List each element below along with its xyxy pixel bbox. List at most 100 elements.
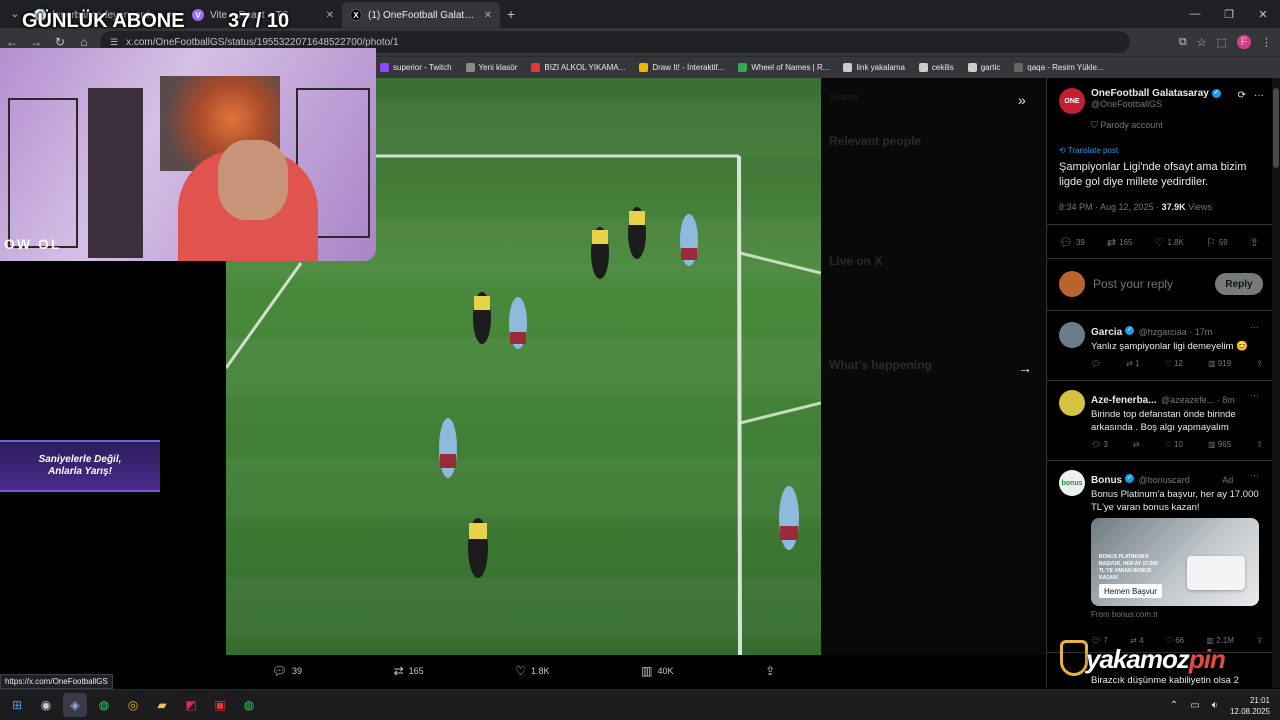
new-tab-button[interactable]: + [500,6,522,22]
repost-icon: ⇄ [1106,237,1117,249]
more-icon[interactable]: ··· [1254,90,1264,101]
tweet-meta: 8:34 PM · Aug 12, 2025 · 37.9K Views [1059,202,1212,212]
translate-link[interactable]: ⟲ Translate post [1059,146,1118,155]
ad-card[interactable]: BONUS PLATINUM'A BAŞVUR, HER AY 17.000 T… [1091,518,1259,606]
author-avatar[interactable]: ONE [1059,88,1085,114]
ad-item[interactable]: bonus Bonus ✓ @bonuscard Ad Bonus Platinu… [1059,470,1263,514]
minimize-icon[interactable]: — [1178,8,1212,20]
reply-item[interactable]: Aze-fenerba... @azeazefe... · 8m Birinde… [1059,390,1263,449]
windows-start-icon[interactable]: ⊞ [5,693,29,717]
media-views-button[interactable]: ▥ 40K [641,664,673,678]
webcam-head [218,140,288,220]
profile-avatar[interactable]: F [1237,35,1251,49]
promo-line: Anlarla Yarış! [48,466,112,477]
views-icon[interactable]: ▥ 965 [1208,440,1231,449]
repost-icon[interactable]: ⇄ [1133,440,1140,449]
spotify-icon[interactable]: ◍ [92,693,116,717]
app-icon[interactable]: ◈ [63,693,87,717]
like-button[interactable]: ♡ 1.8K [1155,236,1184,249]
reply-input[interactable]: Post your reply [1093,277,1215,291]
promo-line: Saniyelerle Değil, [38,454,122,465]
bookmark-favicon-icon [531,63,541,72]
views-icon[interactable]: ▥ 919 [1208,359,1231,368]
heart-icon[interactable]: ♡ 10 [1165,440,1183,449]
scrollbar-thumb[interactable] [1273,88,1279,168]
chrome-icon[interactable]: ◎ [121,693,145,717]
close-window-icon[interactable]: ✕ [1246,8,1280,21]
reply-icon[interactable]: 💬︎ 3 [1091,440,1108,449]
bookmark-favicon-icon [465,63,475,72]
more-icon[interactable]: ··· [1250,390,1259,400]
cast-icon[interactable]: ⧉ [1179,36,1187,49]
close-icon[interactable]: ✕ [484,10,492,21]
repost-icon[interactable]: ⇄ 1 [1126,359,1139,368]
divider [1047,460,1273,461]
media-share-button[interactable]: ⇪ [765,664,775,678]
bookmark-item[interactable]: qaqa - Resim Yükle... [1014,63,1104,72]
tab-x-post[interactable]: X (1) OneFootball Galatasaray on ✕ [342,2,500,28]
author-name[interactable]: OneFootball Galatasaray ✓ [1091,88,1221,99]
spotify-icon[interactable]: ◍ [237,693,261,717]
network-icon[interactable]: ▭ [1190,700,1199,711]
reply-avatar[interactable] [1059,390,1085,416]
tray-chevron-icon[interactable]: ⌃ [1170,700,1178,711]
clock[interactable]: 21:01 12.08.2025 [1230,695,1270,717]
media-like-button[interactable]: ♡ 1.8K [515,664,549,678]
bookmark-item[interactable]: Wheel of Names | R... [738,63,829,72]
media-repost-button[interactable]: ⇄ 165 [394,664,424,678]
volume-icon[interactable]: 🔉︎ [1212,700,1218,711]
ad-cta-button[interactable]: Hemen Başvur [1099,584,1162,598]
scrollbar[interactable] [1272,78,1280,688]
repost-button[interactable]: ⇄ 165 [1107,236,1133,249]
bookmark-button[interactable]: ⚐ 59 [1206,236,1228,249]
restore-icon[interactable]: ❐ [1212,8,1246,21]
bookmark-favicon-icon [639,63,649,72]
share-icon[interactable]: ⇪ [1256,636,1263,645]
grok-icon[interactable]: ⟳ [1238,90,1246,101]
bookmark-item[interactable]: gartic [967,63,1000,72]
author-handle[interactable]: @OneFootballGS [1091,99,1221,109]
bookmark-item[interactable]: link yakalama [843,63,905,72]
site-info-icon[interactable]: ☰ [110,37,118,48]
next-photo-icon[interactable]: → [1018,360,1032,376]
recorder-icon[interactable]: ▣ [208,693,232,717]
bookmark-favicon-icon [918,63,928,72]
share-button[interactable]: ⇪ [1250,236,1259,249]
bookmark-item[interactable]: superior - Twitch [380,63,452,72]
reply-item[interactable]: Garcia ✓ @hzgarciaa · 17m Yanlız şampiyon… [1059,322,1263,368]
tweet-text: Şampiyonlar Ligi'nde ofsayt ama bizim li… [1059,161,1247,188]
bonus-avatar[interactable]: bonus [1059,470,1085,496]
reply-button[interactable]: 💬︎ 39 [1059,236,1085,249]
media-reply-button[interactable]: 💬︎ 39 [272,664,302,678]
share-icon[interactable]: ⇪ [1256,359,1263,368]
bookmark-item[interactable]: BIZI ALKOL YIKAMA... [531,63,625,72]
heart-icon[interactable]: ♡ 12 [1165,359,1183,368]
reload-icon[interactable]: ↻ [48,35,72,49]
share-icon[interactable]: ⇪ [1256,440,1263,449]
ad-source[interactable]: From bonus.com.tr [1091,610,1158,619]
home-icon[interactable]: ⌂ [72,35,96,49]
menu-icon[interactable]: ⋮ [1261,36,1272,49]
brand-logo-icon [1060,640,1088,676]
forward-icon[interactable]: → [24,35,48,49]
bookmark-item[interactable]: Draw It! - İnteraktif... [639,63,724,72]
reply-submit-button[interactable]: Reply [1215,273,1263,295]
extensions-icon[interactable]: ⬚ [1217,36,1227,49]
daily-sub-count: 37 / 10 [228,10,290,32]
reply-icon[interactable]: 💬︎ [1091,359,1101,368]
reply-item[interactable]: Birazcık düşünme kabiliyetin olsa 2 [1059,674,1263,687]
vite-favicon-icon: V [192,9,204,21]
close-icon[interactable]: ✕ [326,10,334,21]
more-icon[interactable]: ··· [1250,322,1259,332]
folder-icon[interactable]: ▰ [150,693,174,717]
bookmark-star-icon[interactable]: ☆ [1197,36,1207,49]
more-icon[interactable]: ··· [1250,470,1259,480]
collapse-panel-icon[interactable]: » [1018,92,1026,108]
back-icon[interactable]: ← [0,35,24,49]
reply-avatar[interactable] [1059,322,1085,348]
bookmark-item[interactable]: Yeni klasör [465,63,517,72]
steam-icon[interactable]: ◉ [34,693,58,717]
bookmark-label: link yakalama [856,63,905,72]
app-icon[interactable]: ◩ [179,693,203,717]
bookmark-item[interactable]: cekilis [918,63,954,72]
